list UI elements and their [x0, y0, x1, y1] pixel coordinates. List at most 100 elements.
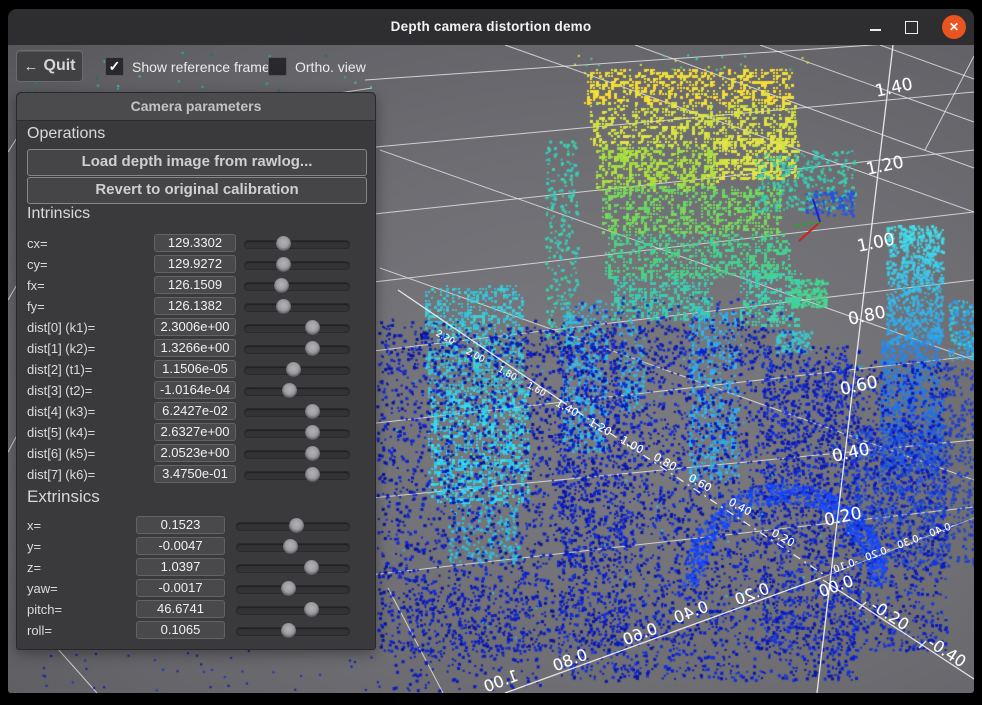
param-slider[interactable]: [236, 538, 348, 554]
param-slider[interactable]: [244, 382, 348, 398]
param-slider[interactable]: [244, 340, 348, 356]
load-depth-image-button[interactable]: Load depth image from rawlog...: [27, 149, 367, 176]
ortho-view-checkbox[interactable]: Ortho. view: [268, 57, 366, 76]
param-slider[interactable]: [244, 298, 348, 314]
param-slider[interactable]: [244, 466, 348, 482]
axis-label: 0.80: [651, 450, 679, 473]
param-slider[interactable]: [244, 361, 348, 377]
slider-knob[interactable]: [304, 602, 319, 617]
slider-knob[interactable]: [305, 446, 320, 461]
param-slider[interactable]: [244, 424, 348, 440]
slider-knob[interactable]: [304, 560, 319, 575]
param-slider[interactable]: [236, 517, 348, 533]
revert-calibration-button[interactable]: Revert to original calibration: [27, 177, 367, 204]
param-value-field[interactable]: 1.1506e-05: [154, 360, 236, 378]
slider-knob[interactable]: [305, 425, 320, 440]
axis-label: 1.80: [496, 365, 518, 383]
close-icon[interactable]: ✕: [942, 15, 966, 39]
slider-knob[interactable]: [305, 404, 320, 419]
param-value-field[interactable]: 2.6327e+00: [154, 423, 236, 441]
parameter-row: fy=126.1382: [17, 296, 375, 317]
axis-label: 0.60: [620, 619, 660, 650]
show-reference-frame-checkbox[interactable]: ✓ Show reference frame: [105, 57, 270, 76]
param-value-field[interactable]: 126.1382: [154, 297, 236, 315]
param-slider[interactable]: [244, 319, 348, 335]
axis-label: 0.20: [822, 503, 863, 530]
param-label: cy=: [27, 257, 48, 272]
axis-label: 2.20: [434, 329, 456, 347]
slider-knob[interactable]: [281, 581, 296, 596]
slider-track: [244, 450, 350, 459]
param-slider[interactable]: [236, 622, 348, 638]
param-value-field[interactable]: 46.6741: [136, 600, 225, 618]
param-label: roll=: [27, 623, 52, 638]
param-value-field[interactable]: 2.3006e+00: [154, 318, 236, 336]
param-value-field[interactable]: 0.1065: [136, 621, 225, 639]
param-label: pitch=: [27, 602, 62, 617]
axis-label: -0.20: [867, 596, 912, 634]
checkbox-unchecked-icon[interactable]: [268, 57, 287, 76]
axis-label: 2.00: [464, 347, 486, 365]
param-label: dist[0] (k1)=: [27, 320, 95, 335]
param-value-field[interactable]: 2.0523e+00: [154, 444, 236, 462]
parameter-row: x=0.1523: [17, 515, 375, 536]
slider-knob[interactable]: [286, 362, 301, 377]
slider-knob[interactable]: [276, 299, 291, 314]
slider-knob[interactable]: [276, 236, 291, 251]
extrinsics-section-label: Extrinsics: [27, 487, 100, 507]
param-label: dist[4] (k3)=: [27, 404, 95, 419]
slider-knob[interactable]: [305, 341, 320, 356]
slider-track: [244, 240, 350, 249]
slider-knob[interactable]: [276, 257, 291, 272]
slider-knob[interactable]: [283, 539, 298, 554]
param-value-field[interactable]: 1.3266e+00: [154, 339, 236, 357]
param-value-field[interactable]: 129.9272: [154, 255, 236, 273]
axis-label: -0.40: [924, 633, 969, 671]
param-slider[interactable]: [236, 580, 348, 596]
param-slider[interactable]: [244, 277, 348, 293]
param-slider[interactable]: [236, 601, 348, 617]
param-value-field[interactable]: -1.0164e-04: [154, 381, 236, 399]
axis-label: 1.60: [525, 381, 547, 399]
camera-parameters-panel: Camera parameters Operations Load depth …: [16, 92, 376, 650]
slider-track: [244, 303, 350, 312]
quit-button[interactable]: ← Quit: [16, 50, 83, 82]
param-slider[interactable]: [244, 445, 348, 461]
param-slider[interactable]: [236, 559, 348, 575]
slider-knob[interactable]: [281, 623, 296, 638]
maximize-icon[interactable]: [905, 21, 918, 34]
parameter-row: dist[3] (t2)=-1.0164e-04: [17, 380, 375, 401]
minimize-icon[interactable]: [870, 29, 881, 31]
param-value-field[interactable]: 0.1523: [136, 516, 225, 534]
panel-title[interactable]: Camera parameters: [17, 93, 375, 121]
titlebar[interactable]: Depth camera distortion demo ✕: [8, 9, 974, 46]
param-slider[interactable]: [244, 235, 348, 251]
param-value-field[interactable]: 129.3302: [154, 234, 236, 252]
checkbox-checked-icon[interactable]: ✓: [105, 57, 124, 76]
quit-label: Quit: [44, 57, 76, 75]
axis-label: -0.30: [896, 532, 924, 551]
slider-track: [244, 282, 350, 291]
axis-label: 0.60: [686, 471, 714, 494]
param-value-field[interactable]: 6.2427e-02: [154, 402, 236, 420]
slider-knob[interactable]: [282, 383, 297, 398]
parameter-row: dist[0] (k1)= 2.3006e+00: [17, 317, 375, 338]
param-value-field[interactable]: -0.0017: [136, 579, 225, 597]
param-label: y=: [27, 539, 41, 554]
slider-knob[interactable]: [305, 320, 320, 335]
param-value-field[interactable]: 126.1509: [154, 276, 236, 294]
parameter-row: dist[4] (k3)= 6.2427e-02: [17, 401, 375, 422]
param-slider[interactable]: [244, 403, 348, 419]
param-slider[interactable]: [244, 256, 348, 272]
axis-label: 1.00: [481, 666, 521, 693]
slider-knob[interactable]: [305, 467, 320, 482]
param-value-field[interactable]: 3.4750e-01: [154, 465, 236, 483]
slider-knob[interactable]: [289, 518, 304, 533]
param-value-field[interactable]: 1.0397: [136, 558, 225, 576]
window-title: Depth camera distortion demo: [8, 9, 974, 45]
axis-label: -0.20: [864, 544, 892, 563]
axis-label: 1.00: [618, 433, 646, 456]
param-value-field[interactable]: -0.0047: [136, 537, 225, 555]
3d-viewport[interactable]: 1.401.201.000.800.600.400.200.00-0.20-0.…: [8, 45, 974, 693]
slider-knob[interactable]: [274, 278, 289, 293]
